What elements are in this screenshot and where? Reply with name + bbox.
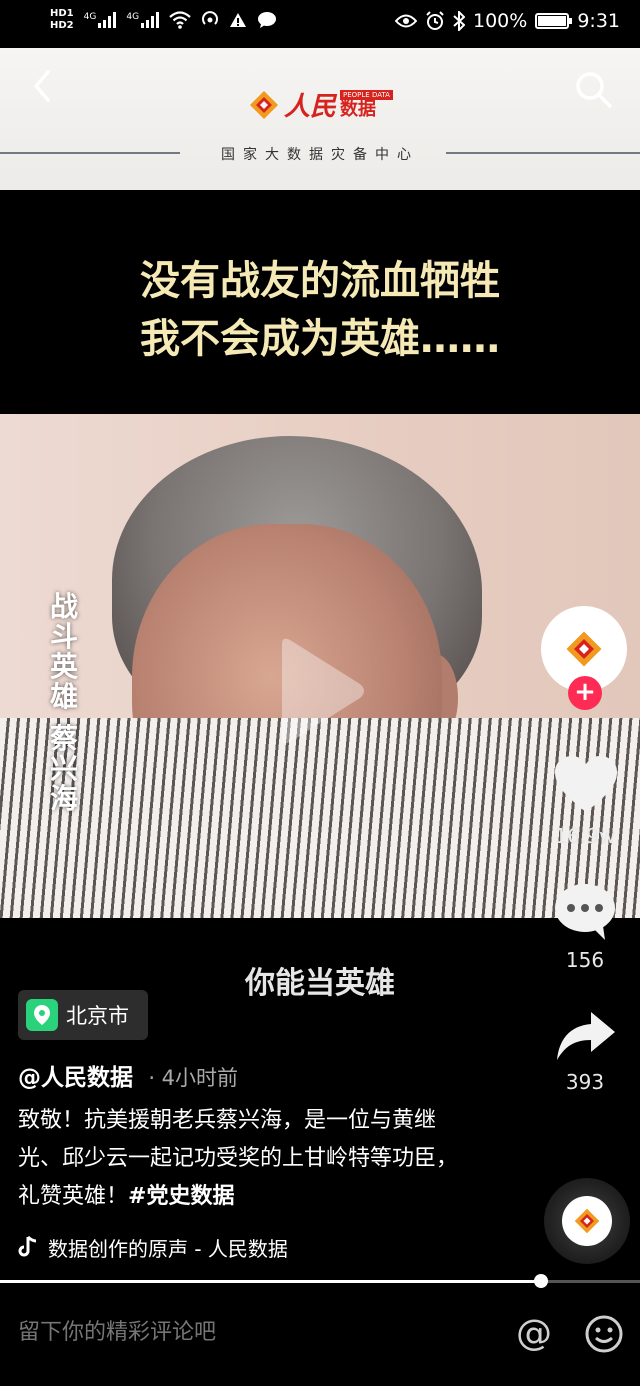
- follow-button[interactable]: +: [568, 676, 602, 710]
- clock: 9:31: [577, 10, 620, 32]
- logo-mark-icon: [250, 90, 278, 119]
- video-top-caption: 没有战友的流血牺牲 我不会成为英雄……: [0, 252, 640, 368]
- music-info[interactable]: 数据创作的原声 - 人民数据: [18, 1232, 348, 1262]
- signal-1-icon: 4G: [84, 12, 117, 28]
- mention-button[interactable]: @: [512, 1312, 556, 1356]
- comment-input[interactable]: [18, 1320, 458, 1345]
- location-pin-icon: [26, 999, 58, 1031]
- location-text: 北京市: [66, 1004, 129, 1028]
- person-shirt: [0, 718, 640, 918]
- share-icon[interactable]: [555, 1010, 617, 1062]
- signal-2-icon: 4G: [126, 12, 160, 28]
- description-text: 致敬！抗美援朝老兵蔡兴海，是一位与黄继光、邱少云一起记功受奖的上甘岭特等功臣，礼…: [18, 1108, 459, 1209]
- vertical-caption-line1: 战斗英雄: [49, 590, 78, 713]
- like-icon[interactable]: [553, 754, 619, 814]
- status-bar: HD1 HD2 4G 4G 100% 9:31: [0, 0, 640, 48]
- search-button[interactable]: [572, 68, 614, 110]
- battery-icon: [535, 13, 573, 29]
- play-button[interactable]: [272, 636, 368, 746]
- progress-bar[interactable]: [0, 1274, 640, 1288]
- status-right: 100% 9:31: [395, 10, 620, 32]
- alarm-icon: [426, 11, 444, 30]
- music-title: 数据创作的原声 - 人民数据: [48, 1236, 288, 1261]
- emoji-icon[interactable]: [584, 1314, 624, 1354]
- comment-count: 156: [565, 948, 605, 972]
- progress-thumb[interactable]: [533, 1274, 548, 1288]
- logo-badge: PEOPLE DATA 数据: [340, 89, 393, 120]
- comment-icon[interactable]: [553, 882, 617, 942]
- back-button[interactable]: [24, 66, 64, 106]
- battery-fill: [538, 16, 567, 26]
- bluetooth-icon: [453, 11, 465, 31]
- disc-logo-icon: [574, 1208, 600, 1234]
- progress-fill: [0, 1280, 541, 1283]
- share-count: 393: [565, 1070, 605, 1094]
- like-count: 16.9w: [554, 824, 616, 848]
- vertical-caption-line2: 蔡兴海: [49, 722, 78, 815]
- post-time: · 4小时前: [148, 1066, 239, 1090]
- logo-badge-text: 数据: [340, 98, 377, 120]
- post-description: 致敬！抗美援朝老兵蔡兴海，是一位与黄继光、邱少云一起记功受奖的上甘岭特等功臣，礼…: [18, 1102, 478, 1216]
- vertical-caption: 战斗英雄 蔡兴海: [48, 592, 80, 814]
- people-data-logo: 人民 PEOPLE DATA 数据: [248, 86, 393, 123]
- wifi-icon: [169, 11, 191, 29]
- status-left: HD1 HD2 4G 4G: [50, 8, 277, 32]
- avatar-logo-icon: [566, 631, 602, 667]
- video-player[interactable]: 人民 PEOPLE DATA 数据 国家大数据灾备中心 没有战友的流血牺牲 我不…: [0, 48, 640, 1278]
- hashtag-link[interactable]: #党史数据: [128, 1184, 234, 1209]
- eye-icon: [395, 14, 417, 28]
- hd-indicator: HD1 HD2: [50, 8, 74, 31]
- hotspot-icon: [202, 11, 218, 25]
- music-disc[interactable]: [544, 1178, 630, 1264]
- header-rule-right: [446, 152, 640, 154]
- logo-cn-text: 人民: [284, 92, 337, 122]
- music-note-icon: [18, 1236, 37, 1257]
- author-name[interactable]: @人民数据: [18, 1065, 133, 1091]
- message-icon: [258, 12, 277, 28]
- disc-logo: [562, 1196, 612, 1246]
- top-caption-line2: 我不会成为英雄……: [140, 316, 500, 362]
- logo-en-text: PEOPLE DATA: [340, 89, 393, 100]
- warning-icon: [230, 13, 247, 27]
- battery-percent: 100%: [473, 10, 528, 32]
- comment-bar: @: [0, 1290, 640, 1386]
- header-subtitle: 国家大数据灾备中心: [221, 147, 419, 163]
- top-caption-line1: 没有战友的流血牺牲: [140, 258, 500, 304]
- location-tag[interactable]: 北京市: [18, 990, 148, 1040]
- video-header-band: 人民 PEOPLE DATA 数据 国家大数据灾备中心: [0, 48, 640, 190]
- author-line: @人民数据 · 4小时前: [18, 1058, 238, 1092]
